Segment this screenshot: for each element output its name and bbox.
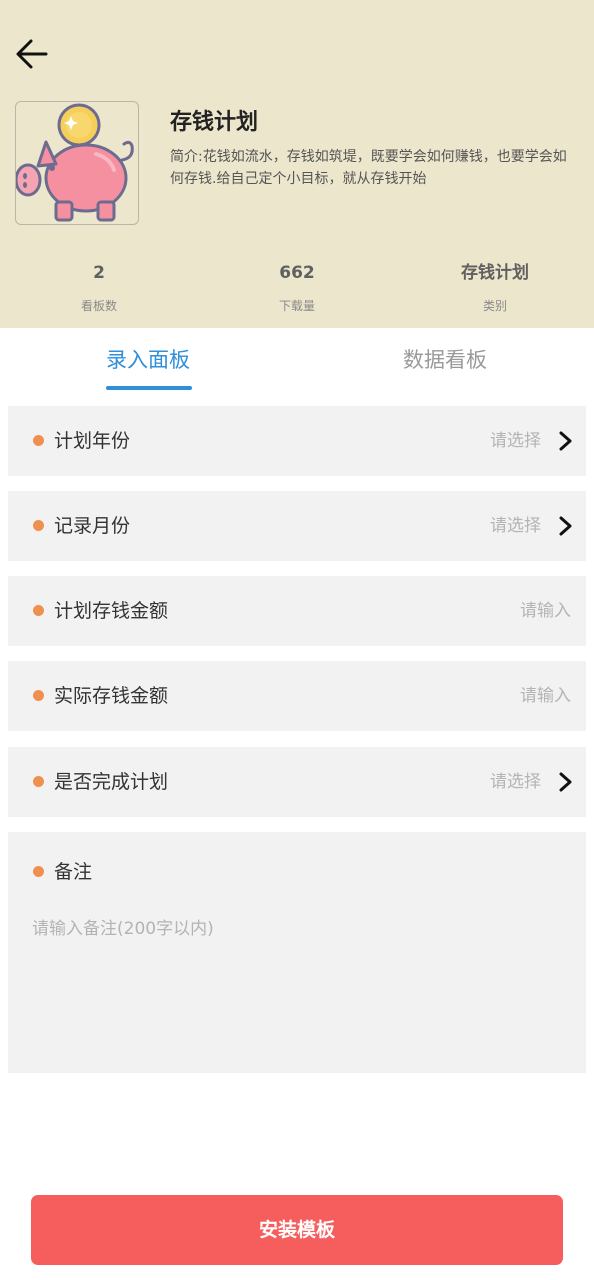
- required-dot: [33, 690, 44, 701]
- field-plan-completed[interactable]: 是否完成计划 请选择: [8, 747, 586, 817]
- chevron-right-icon: [559, 772, 572, 792]
- field-record-month[interactable]: 记录月份 请选择: [8, 491, 586, 561]
- field-label: 计划年份: [54, 430, 131, 452]
- tab-bar: 录入面板 数据看板: [0, 328, 594, 398]
- field-label: 记录月份: [54, 515, 131, 537]
- stat-value: 662: [279, 263, 315, 283]
- stat-board-count: 2 看板数: [0, 260, 198, 314]
- stat-label: 下载量: [278, 299, 315, 313]
- field-label: 实际存钱金额: [54, 685, 169, 707]
- stat-label: 看板数: [80, 299, 117, 313]
- template-thumbnail: [15, 101, 139, 225]
- stat-value: 2: [93, 263, 105, 283]
- field-planned-amount[interactable]: 计划存钱金额 请输入: [8, 576, 586, 646]
- stat-category: 存钱计划 类别: [396, 260, 594, 314]
- active-tab-indicator: [106, 386, 192, 390]
- required-dot: [33, 776, 44, 787]
- piggy-bank-coin-icon: [16, 103, 134, 222]
- field-notes: 备注: [8, 832, 586, 1073]
- field-placeholder: 请选择: [490, 516, 541, 536]
- back-arrow-icon: [16, 39, 48, 69]
- field-actual-amount[interactable]: 实际存钱金额 请输入: [8, 661, 586, 731]
- tab-data-board[interactable]: 数据看板: [403, 344, 487, 374]
- required-dot: [33, 435, 44, 446]
- template-header: 存钱计划 简介:花钱如流水，存钱如筑堤，既要学会如何赚钱，也要学会如何存钱.给自…: [0, 0, 594, 328]
- template-title: 存钱计划: [170, 110, 259, 135]
- field-label: 计划存钱金额: [54, 600, 169, 622]
- chevron-right-icon: [559, 431, 572, 451]
- field-label: 是否完成计划: [54, 771, 169, 793]
- notes-textarea[interactable]: [32, 914, 562, 1054]
- install-template-button[interactable]: 安装模板: [31, 1195, 563, 1265]
- stat-label: 类别: [482, 299, 507, 313]
- field-placeholder: 请选择: [490, 772, 541, 792]
- back-button[interactable]: [10, 34, 54, 74]
- field-plan-year[interactable]: 计划年份 请选择: [8, 406, 586, 476]
- field-placeholder: 请输入: [520, 686, 571, 706]
- chevron-right-icon: [559, 516, 572, 536]
- required-dot: [33, 605, 44, 616]
- stat-downloads: 662 下载量: [198, 260, 396, 314]
- field-placeholder: 请选择: [490, 431, 541, 451]
- field-label: 备注: [54, 861, 93, 883]
- tab-input-panel[interactable]: 录入面板: [106, 344, 190, 374]
- stat-value: 存钱计划: [461, 263, 529, 283]
- required-dot: [33, 866, 44, 877]
- template-description: 简介:花钱如流水，存钱如筑堤，既要学会如何赚钱，也要学会如何存钱.给自己定个小目…: [170, 149, 567, 187]
- required-dot: [33, 520, 44, 531]
- field-placeholder: 请输入: [520, 601, 571, 621]
